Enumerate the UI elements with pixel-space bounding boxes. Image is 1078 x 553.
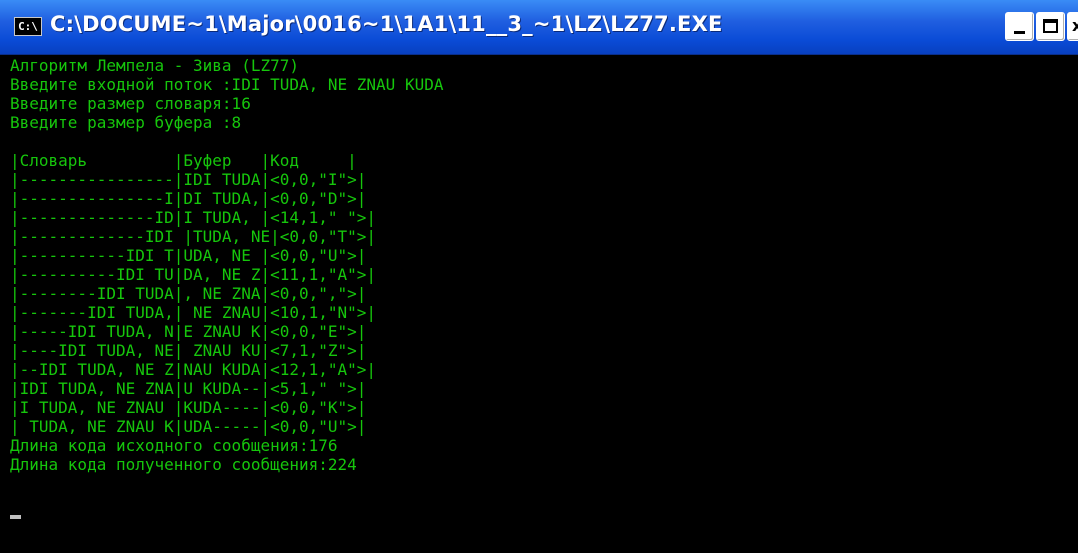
console-line: | TUDA, NE ZNAU K|UDA-----|<0,0,"U">| <box>10 417 367 436</box>
title-bar[interactable]: C:\ C:\DOCUME~1\Major\0016~1\1A1\11__3_~… <box>0 0 1078 55</box>
maximize-button[interactable] <box>1036 12 1065 41</box>
text-cursor <box>10 515 21 519</box>
console-line: |IDI TUDA, NE ZNA|U KUDA--|<5,1," ">| <box>10 379 367 398</box>
console-line: Алгоритм Лемпела - Зива (LZ77) <box>10 56 299 75</box>
console-line: |-----------IDI T|UDA, NE |<0,0,"U">| <box>10 246 367 265</box>
window-title: C:\DOCUME~1\Major\0016~1\1A1\11__3_~1\LZ… <box>50 12 723 36</box>
close-icon: x <box>1072 16 1078 35</box>
console-line: |----IDI TUDA, NE| ZNAU KU|<7,1,"Z">| <box>10 341 367 360</box>
close-button[interactable]: x <box>1067 12 1078 41</box>
maximize-icon <box>1043 19 1058 33</box>
console-line: |--IDI TUDA, NE Z|NAU KUDA|<12,1,"A">| <box>10 360 377 379</box>
console-line: |I TUDA, NE ZNAU |KUDA----|<0,0,"K">| <box>10 398 367 417</box>
console-output[interactable]: Алгоритм Лемпела - Зива (LZ77) Введите вх… <box>10 56 1070 551</box>
console-line: |--------------ID|I TUDA, |<14,1," ">| <box>10 208 377 227</box>
console-line: Введите входной поток :IDI TUDA, NE ZNAU… <box>10 75 444 94</box>
console-line: Длина кода полученного сообщения:224 <box>10 455 357 474</box>
console-line: Введите размер буфера :8 <box>10 113 242 132</box>
console-line: Длина кода исходного сообщения:176 <box>10 436 338 455</box>
console-app-icon[interactable]: C:\ <box>14 17 42 36</box>
console-line: |----------IDI TU|DA, NE Z|<11,1,"A">| <box>10 265 377 284</box>
console-window: C:\ C:\DOCUME~1\Major\0016~1\1A1\11__3_~… <box>0 0 1078 553</box>
console-line: |----------------|IDI TUDA|<0,0,"I">| <box>10 170 367 189</box>
minimize-button[interactable] <box>1005 12 1034 41</box>
console-line: |Словарь |Буфер |Код | <box>10 151 357 170</box>
console-line: |--------IDI TUDA|, NE ZNA|<0,0,",">| <box>10 284 367 303</box>
console-line: |-------IDI TUDA,| NE ZNAU|<10,1,"N">| <box>10 303 377 322</box>
console-line: Введите размер словаря:16 <box>10 94 251 113</box>
console-line: |-------------IDI |TUDA, NE|<0,0,"T">| <box>10 227 377 246</box>
console-line: |---------------I|DI TUDA,|<0,0,"D">| <box>10 189 367 208</box>
console-line: |-----IDI TUDA, N|E ZNAU K|<0,0,"E">| <box>10 322 367 341</box>
minimize-icon <box>1014 31 1025 34</box>
